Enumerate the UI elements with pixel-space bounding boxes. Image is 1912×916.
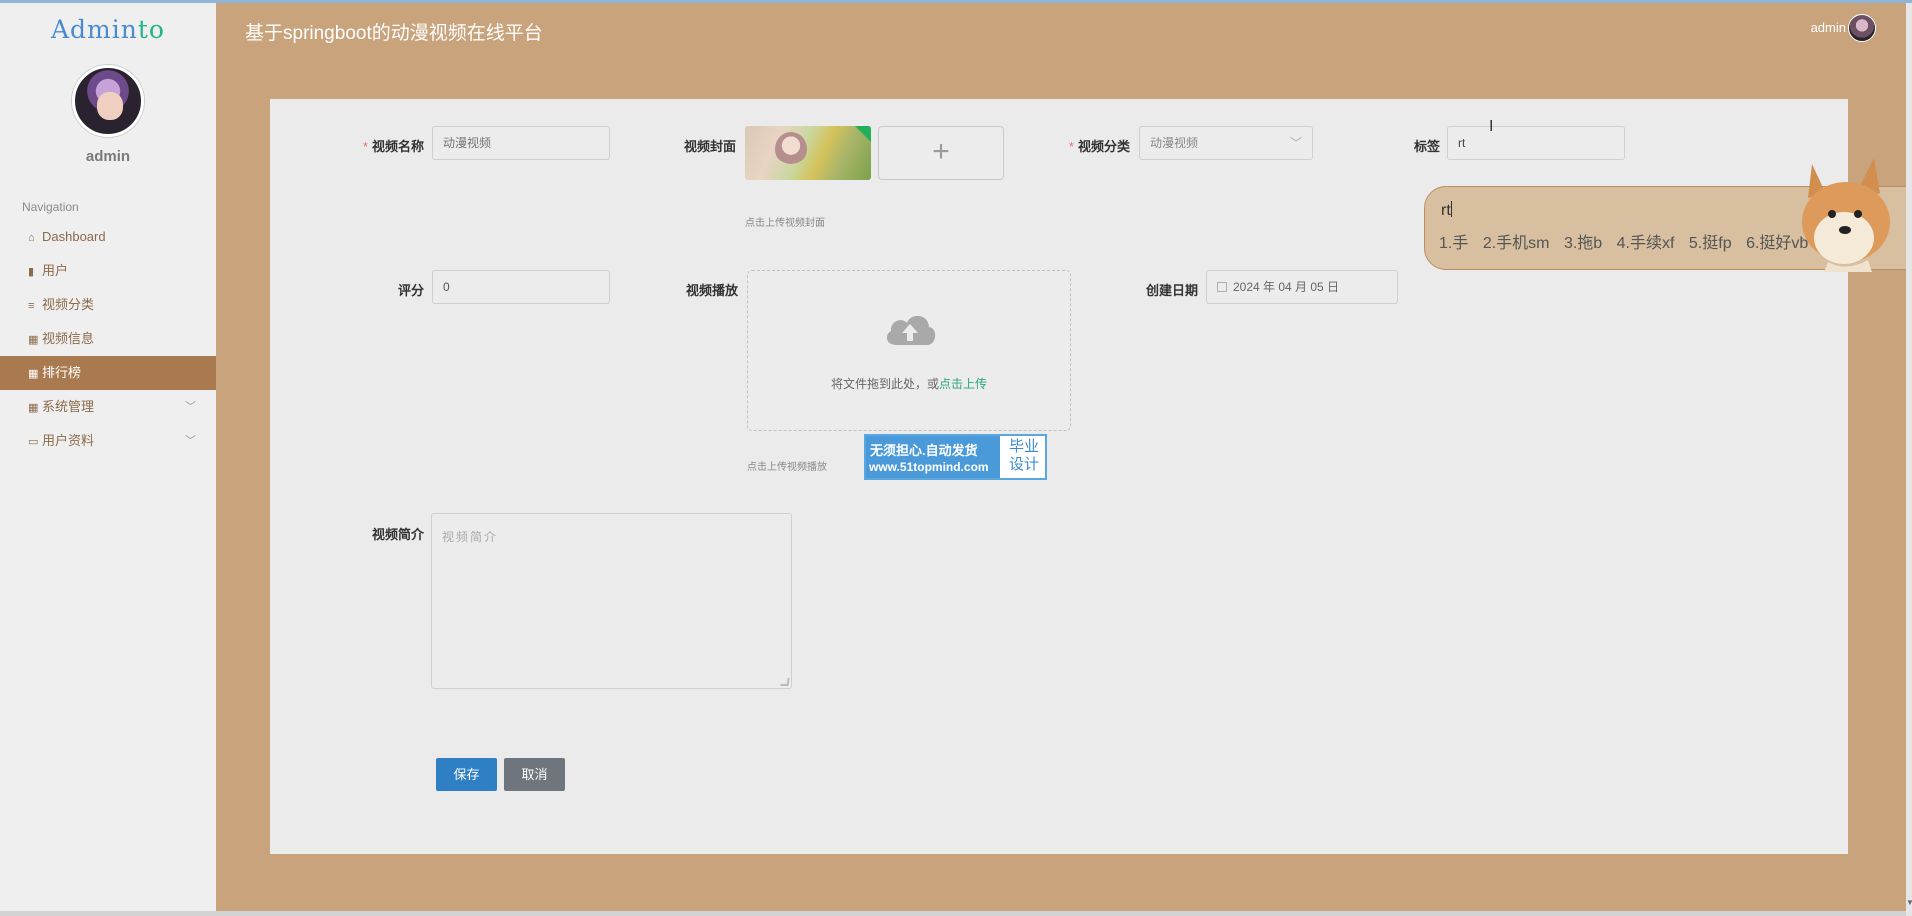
page-title: 基于springboot的动漫视频在线平台 <box>245 23 543 44</box>
video-category-select[interactable]: 动漫视频 ﹀ <box>1139 126 1313 160</box>
cancel-button[interactable]: 取消 <box>504 758 565 791</box>
sidebar-item-label: Dashboard <box>42 229 106 244</box>
chevron-down-icon: ﹀ <box>185 435 196 447</box>
sidebar-item-label: 排行榜 <box>42 365 82 380</box>
table-icon: ▦ <box>28 368 39 380</box>
rating-input[interactable] <box>432 270 610 304</box>
ad-text-panel: 无须担心.自动发货 www.51topmind.com <box>866 436 1000 478</box>
sidebar-item-system-management[interactable]: ▦ 系统管理 ﹀ <box>0 390 216 424</box>
scroll-down-icon[interactable]: ▼ <box>1906 898 1912 907</box>
sidebar-item-video-info[interactable]: ▦ 视频信息 <box>0 322 216 356</box>
plus-icon: + <box>932 135 950 168</box>
sidebar-item-users[interactable]: ▮ 用户 <box>0 254 216 288</box>
sidebar: Adminto admin Navigation ⌂ Dashboard ▮ 用户 … <box>0 3 216 916</box>
header-avatar[interactable] <box>1848 14 1876 42</box>
watermark-ad[interactable]: 无须担心.自动发货 www.51topmind.com 毕业 设计 <box>864 434 1047 480</box>
ad-badge: 毕业 设计 <box>1004 438 1044 474</box>
ime-candidate[interactable]: 1.手 <box>1439 235 1468 252</box>
ad-line2: www.51topmind.com <box>869 460 989 474</box>
nav-section-title: Navigation <box>22 200 79 214</box>
video-cover-thumbnail[interactable] <box>745 126 871 180</box>
ad-badge-line1: 毕业 <box>1008 438 1039 455</box>
ime-candidate[interactable]: 4.手续xf <box>1617 235 1675 252</box>
sidebar-item-user-profile[interactable]: ▭ 用户资料 ﹀ <box>0 424 216 458</box>
save-button[interactable]: 保存 <box>436 758 497 791</box>
grid-icon: ▦ <box>28 334 39 346</box>
video-category-label: * 视频分类 <box>1068 139 1130 154</box>
sidebar-item-label: 视频分类 <box>42 297 95 312</box>
created-date-picker[interactable]: 2024 年 04 月 05 日 <box>1206 270 1398 304</box>
ime-candidate[interactable]: 2.手机sm <box>1483 235 1550 252</box>
sidebar-item-label: 用户资料 <box>42 433 95 448</box>
card-icon: ▭ <box>28 436 39 448</box>
ime-candidate[interactable]: 3.拖b <box>1564 235 1602 252</box>
sidebar-item-ranking[interactable]: ▦ 排行榜 <box>0 356 216 390</box>
cover-upload-hint: 点击上传视频封面 <box>745 218 825 229</box>
window-top-edge <box>0 0 1912 3</box>
created-date-label: 创建日期 <box>1145 283 1198 298</box>
ime-composition: rt <box>1441 201 1452 219</box>
sidebar-nav: ⌂ Dashboard ▮ 用户 ≡ 视频分类 ▦ 视频信息 ▦ 排行榜 ▦ 系统管理 ﹀ … <box>0 220 216 458</box>
ime-candidate-list: 1.手 2.手机sm 3.拖b 4.手续xf 5.挺fp 6.挺好vb <box>1439 229 1818 253</box>
text-cursor-icon: I <box>1489 118 1494 135</box>
sidebar-item-label: 视频信息 <box>42 331 95 346</box>
ime-candidate[interactable]: 5.挺fp <box>1689 235 1732 252</box>
chevron-down-icon: ﹀ <box>1289 136 1302 150</box>
cloud-upload-icon <box>886 315 936 345</box>
tags-label: 标签 <box>1413 139 1440 154</box>
vertical-scrollbar[interactable] <box>1906 3 1912 916</box>
chevron-down-icon: ﹀ <box>185 401 196 413</box>
video-intro-textarea[interactable]: 视频简介 <box>431 513 792 689</box>
shiba-dog-skin-icon <box>1802 158 1890 272</box>
ad-badge-line2: 设计 <box>1008 456 1039 473</box>
app-logo[interactable]: Adminto <box>0 15 216 44</box>
sidebar-username: admin <box>85 148 131 165</box>
sidebar-item-label: 系统管理 <box>42 399 95 414</box>
list-icon: ≡ <box>28 300 35 312</box>
sidebar-avatar[interactable] <box>72 65 144 137</box>
header-username[interactable]: admin <box>1811 20 1846 35</box>
video-upload-dropzone[interactable]: 将文件拖到此处，或点击上传 <box>747 270 1071 431</box>
sidebar-item-video-category[interactable]: ≡ 视频分类 <box>0 288 216 322</box>
calendar-icon <box>1217 282 1227 292</box>
sidebar-item-label: 用户 <box>42 263 69 278</box>
video-intro-label: 视频简介 <box>371 527 424 542</box>
grid-icon: ▦ <box>28 402 39 414</box>
video-name-input[interactable] <box>432 126 610 160</box>
dropzone-text: 将文件拖到此处，或点击上传 <box>830 377 988 391</box>
video-name-label: * 视频名称 <box>362 139 424 154</box>
cover-upload-button[interactable]: + <box>878 126 1004 180</box>
video-cover-label: 视频封面 <box>683 139 736 154</box>
ad-line1: 无须担心.自动发货 <box>870 443 978 458</box>
video-upload-hint: 点击上传视频播放 <box>747 462 827 473</box>
upload-link[interactable]: 点击上传 <box>939 377 987 391</box>
home-icon: ⌂ <box>28 232 35 244</box>
sidebar-item-dashboard[interactable]: ⌂ Dashboard <box>0 220 216 254</box>
tags-input[interactable] <box>1447 126 1625 160</box>
video-play-label: 视频播放 <box>685 283 738 298</box>
resize-handle[interactable] <box>780 678 790 686</box>
horizontal-scrollbar[interactable] <box>0 911 1906 916</box>
rating-label: 评分 <box>397 283 424 298</box>
bar-chart-icon: ▮ <box>28 266 35 278</box>
